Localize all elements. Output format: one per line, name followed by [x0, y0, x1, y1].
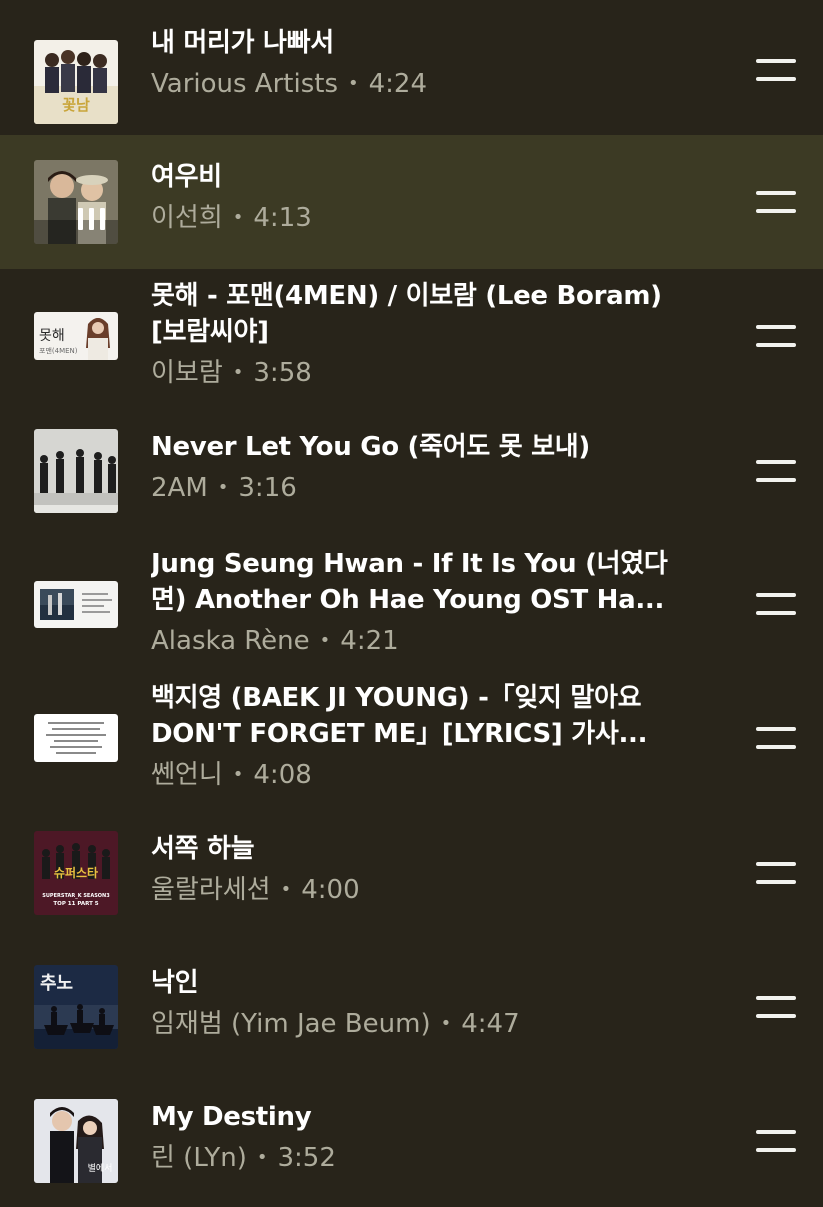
track-subtitle: 쎈언니 • 4:08	[151, 758, 691, 792]
track-duration: 4:24	[368, 69, 428, 99]
track-info: Jung Seung Hwan - If It Is You (너였다면) An…	[151, 546, 691, 658]
track-info: 낙인 임재범 (Yim Jae Beum) • 4:47	[151, 965, 691, 1041]
track-artist: 울랄라세션	[151, 875, 271, 905]
separator-dot: •	[217, 477, 229, 498]
track-duration: 3:16	[238, 473, 297, 503]
track-info: 내 머리가 나빠서 Various Artists • 4:24	[151, 25, 691, 101]
track-title: Never Let You Go (죽어도 못 보내)	[151, 432, 590, 462]
track-info: Never Let You Go (죽어도 못 보내) 2AM • 3:16	[151, 429, 691, 505]
separator-dot: •	[232, 764, 244, 785]
track-subtitle: Various Artists • 4:24	[151, 67, 691, 101]
track-title: Jung Seung Hwan - If It Is You (너였다면) An…	[151, 549, 668, 615]
separator-dot: •	[440, 1013, 452, 1034]
track-artist: 린 (LYn)	[151, 1143, 247, 1173]
track-artist: Various Artists	[151, 69, 338, 99]
track-subtitle: 린 (LYn) • 3:52	[151, 1141, 691, 1175]
thumb-text: SUPERSTAR_K SEASON3	[42, 893, 110, 899]
now-playing-bars-icon	[78, 208, 108, 230]
separator-dot: •	[280, 879, 292, 900]
track-title: 못해 - 포맨(4MEN) / 이보람 (Lee Boram) [보람씨야]	[151, 281, 662, 347]
track-subtitle: 울랄라세션 • 4:00	[151, 873, 691, 907]
album-art	[34, 429, 118, 513]
svg-text:슈퍼스타: 슈퍼스타	[54, 865, 98, 880]
track-info: My Destiny 린 (LYn) • 3:52	[151, 1099, 691, 1175]
separator-dot: •	[348, 73, 359, 94]
separator-dot: •	[256, 1147, 268, 1168]
album-art: 꽃남	[34, 40, 118, 124]
thumb-subtext: TOP 11 PART 5	[53, 901, 98, 907]
track-subtitle: 이보람 • 3:58	[151, 356, 691, 390]
track-duration: 3:58	[253, 358, 312, 388]
track-duration: 4:08	[253, 760, 312, 790]
thumb-text: 추노	[40, 973, 73, 994]
album-art: 별에서	[34, 1099, 118, 1183]
album-art	[34, 714, 118, 762]
drag-handle-icon[interactable]	[756, 187, 796, 217]
album-art	[34, 160, 118, 244]
track-duration: 4:13	[253, 203, 312, 233]
track-duration: 4:21	[340, 626, 399, 656]
queue-item[interactable]: 추노 낙인 임재범 (Yim Jae Beum) • 4:47	[0, 939, 823, 1073]
track-subtitle: 임재범 (Yim Jae Beum) • 4:47	[151, 1007, 691, 1041]
track-artist: 이보람	[151, 358, 223, 388]
queue-item-now-playing[interactable]: 여우비 이선희 • 4:13	[0, 135, 823, 269]
queue-item[interactable]: 별에서 My Destiny 린 (LYn) • 3:52	[0, 1073, 823, 1207]
track-artist: 쎈언니	[151, 760, 223, 790]
track-title: My Destiny	[151, 1102, 312, 1132]
track-artist: 임재범 (Yim Jae Beum)	[151, 1009, 431, 1039]
track-duration: 3:52	[277, 1143, 336, 1173]
drag-handle-icon[interactable]	[756, 1126, 796, 1156]
track-info: 못해 - 포맨(4MEN) / 이보람 (Lee Boram) [보람씨야] 이…	[151, 278, 691, 390]
drag-handle-icon[interactable]	[756, 858, 796, 888]
drag-handle-icon[interactable]	[756, 589, 796, 619]
drag-handle-icon[interactable]	[756, 55, 796, 85]
track-title: 내 머리가 나빠서	[151, 28, 334, 58]
svg-text:꽃남: 꽃남	[62, 96, 90, 114]
queue-item[interactable]: 못해 포맨(4MEN) 못해 - 포맨(4MEN) / 이보람 (Lee Bor…	[0, 269, 823, 403]
track-title: 백지영 (BAEK JI YOUNG) -「잊지 말아요 DON'T FORGE…	[151, 683, 648, 749]
thumb-subtext: 포맨(4MEN)	[39, 346, 78, 355]
track-subtitle: 이선희 • 4:13	[151, 201, 691, 235]
drag-handle-icon[interactable]	[756, 992, 796, 1022]
queue-item[interactable]: 백지영 (BAEK JI YOUNG) -「잊지 말아요 DON'T FORGE…	[0, 671, 823, 805]
album-art	[34, 581, 118, 628]
queue-item[interactable]: Never Let You Go (죽어도 못 보내) 2AM • 3:16	[0, 403, 823, 537]
track-info: 백지영 (BAEK JI YOUNG) -「잊지 말아요 DON'T FORGE…	[151, 680, 691, 792]
drag-handle-icon[interactable]	[756, 321, 796, 351]
separator-dot: •	[232, 362, 244, 383]
separator-dot: •	[232, 207, 244, 228]
drag-handle-icon[interactable]	[756, 456, 796, 486]
queue-item[interactable]: 슈퍼스타 SUPERSTAR_K SEASON3 TOP 11 PART 5 서…	[0, 805, 823, 939]
track-title: 낙인	[151, 968, 199, 998]
album-art: 슈퍼스타 SUPERSTAR_K SEASON3 TOP 11 PART 5	[34, 831, 118, 915]
queue-item[interactable]: 꽃남 내 머리가 나빠서 Various Artists • 4:24	[0, 15, 823, 149]
track-subtitle: 2AM • 3:16	[151, 471, 691, 505]
track-artist: 2AM	[151, 473, 208, 503]
drag-handle-icon[interactable]	[756, 723, 796, 753]
queue-item[interactable]: Jung Seung Hwan - If It Is You (너였다면) An…	[0, 537, 823, 671]
track-artist: 이선희	[151, 203, 223, 233]
up-next-queue: 꽃남 내 머리가 나빠서 Various Artists • 4:24 여우비 …	[0, 0, 823, 1200]
track-title: 여우비	[151, 162, 222, 192]
svg-text:별에서: 별에서	[88, 1163, 113, 1174]
track-info: 서쪽 하늘 울랄라세션 • 4:00	[151, 831, 691, 907]
thumb-text: 못해	[39, 328, 65, 344]
track-duration: 4:47	[461, 1009, 520, 1039]
track-subtitle: Alaska Rène • 4:21	[151, 624, 691, 658]
album-art: 못해 포맨(4MEN)	[34, 312, 118, 360]
track-title: 서쪽 하늘	[151, 834, 255, 864]
track-info: 여우비 이선희 • 4:13	[151, 159, 691, 235]
separator-dot: •	[319, 630, 331, 651]
track-artist: Alaska Rène	[151, 626, 310, 656]
track-duration: 4:00	[301, 875, 360, 905]
album-art: 추노	[34, 965, 118, 1049]
